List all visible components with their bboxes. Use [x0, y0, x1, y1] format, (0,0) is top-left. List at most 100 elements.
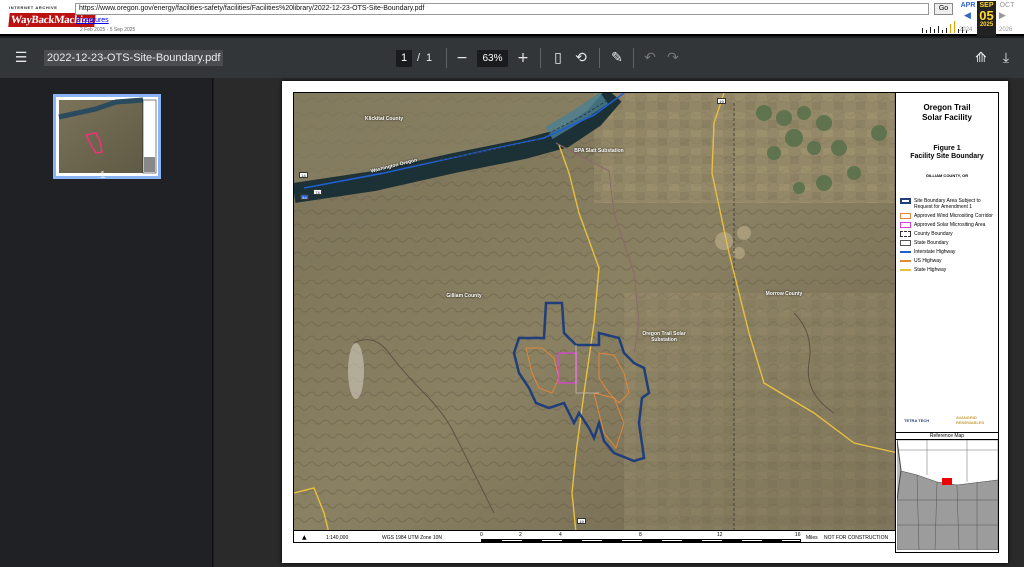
- page-total: 1: [426, 52, 433, 64]
- county-label: GILLIAM COUNTY, OR: [925, 173, 969, 178]
- legend-item: Approved Wind Micrositing Corridor: [900, 213, 998, 219]
- legend-swatch: [900, 213, 911, 219]
- reference-map: [897, 440, 998, 550]
- legend-label: US Highway: [914, 258, 942, 264]
- page-number-input[interactable]: 1: [396, 50, 412, 67]
- undo-icon[interactable]: ↶: [639, 50, 661, 66]
- scale-unit: Miles: [806, 535, 818, 541]
- reference-map-title: Reference Map: [896, 432, 998, 440]
- scale-tick: 0: [480, 532, 483, 538]
- tetra-tech-logo: TETRA TECH: [904, 418, 930, 423]
- label-gilliam-county: Gilliam County: [446, 293, 482, 299]
- redo-icon[interactable]: ↷: [662, 50, 684, 66]
- page-separator: /: [417, 52, 421, 64]
- wayback-url-input[interactable]: https://www.oregon.gov/energy/facilities…: [75, 3, 929, 15]
- legend-swatch: [900, 269, 911, 271]
- zoom-input[interactable]: 63%: [477, 50, 508, 67]
- legend-swatch: [900, 251, 911, 253]
- zoom-in-icon[interactable]: +: [512, 50, 534, 66]
- map-scale: 1:140,000: [326, 535, 349, 541]
- legend-item: State Highway: [900, 267, 998, 273]
- label-morrow-county: Morrow County: [765, 291, 803, 297]
- avangrid-logo: AVANGRID RENEWABLES: [956, 415, 985, 425]
- logo-internet-archive: INTERNET ARCHIVE: [9, 5, 58, 10]
- scale-ruler: 0 2 4 8 12 16: [480, 532, 801, 543]
- legend-swatch: [900, 231, 911, 237]
- legend-item: US Highway: [900, 258, 998, 264]
- legend-swatch: [900, 260, 911, 262]
- legend-label: County Boundary: [914, 231, 953, 237]
- legend-label: Approved Solar Micrositing Area: [914, 222, 986, 228]
- zoom-out-icon[interactable]: −: [451, 50, 473, 66]
- pdf-toolbar: ☰ 2022-12-23-OTS-Site-Boundary.pdf 1 / 1…: [0, 38, 1024, 78]
- pdf-page: Klickitat County BPA Slatt Substation Or…: [282, 81, 1008, 563]
- hwy-shield: 74: [313, 189, 322, 195]
- next-year-label: 2026: [999, 27, 1013, 33]
- label-solar-substation: Oregon Trail Solar Substation: [642, 331, 686, 343]
- scale-tick: 8: [639, 532, 642, 538]
- prev-month-link[interactable]: APR: [958, 2, 978, 9]
- legend-items: Site Boundary Area Subject to Request fo…: [900, 198, 998, 276]
- toolbar-divider: [599, 48, 600, 68]
- legend-item: Approved Solar Micrositing Area: [900, 222, 998, 228]
- menu-icon[interactable]: ☰: [10, 50, 32, 66]
- wayback-logo[interactable]: INTERNET ARCHIVE WayBackMachine: [8, 5, 96, 27]
- not-for-construction: NOT FOR CONSTRUCTION: [824, 535, 889, 541]
- wayback-toolbar: INTERNET ARCHIVE WayBackMachine https://…: [0, 0, 1024, 36]
- thumbnail-sidebar: 1: [0, 78, 213, 567]
- captures-link[interactable]: 3 captures: [76, 17, 109, 24]
- legend-label: Approved Wind Micrositing Corridor: [914, 213, 993, 219]
- wayback-go-button[interactable]: Go: [934, 3, 953, 15]
- current-year: 2025: [979, 22, 994, 28]
- next-month-label: OCT: [999, 2, 1015, 9]
- legend-swatch: [900, 198, 911, 204]
- legend-item: State Boundary: [900, 240, 998, 246]
- scale-tick: 12: [717, 532, 723, 538]
- current-capture: SEP 05 2025: [977, 1, 996, 36]
- save-drive-icon[interactable]: ⟰: [970, 50, 992, 66]
- map-projection: WGS 1984 UTM Zone 10N: [382, 535, 443, 541]
- map-imagery: [294, 93, 896, 534]
- north-arrow-icon: ▲: [302, 534, 307, 541]
- legend-item: County Boundary: [900, 231, 998, 237]
- toolbar-divider: [446, 48, 447, 68]
- toolbar-divider: [633, 48, 634, 68]
- document-title: 2022-12-23-OTS-Site-Boundary.pdf: [44, 50, 224, 66]
- prev-year-label[interactable]: 2024: [959, 27, 972, 33]
- scale-tick: 2: [519, 532, 522, 538]
- thumbnail-page-number: 1: [100, 170, 106, 181]
- logos: TETRA TECH AVANGRID RENEWABLES: [902, 413, 994, 433]
- legend-label: State Highway: [914, 267, 947, 273]
- scale-tick: 16: [795, 532, 801, 538]
- map-legend: Oregon Trail Solar Facility Figure 1 Fac…: [895, 92, 999, 553]
- hwy-shield: 19: [577, 518, 586, 524]
- legend-swatch: [900, 240, 911, 246]
- legend-item: Site Boundary Area Subject to Request fo…: [900, 198, 998, 210]
- toolbar-divider: [540, 48, 541, 68]
- label-bpa-substation: BPA Slatt Substation: [574, 148, 624, 154]
- legend-item: Interstate Highway: [900, 249, 998, 255]
- capture-range: 2 Feb 2025 - 5 Sep 2025: [80, 27, 136, 33]
- next-capture-arrow-icon: ▶: [999, 11, 1006, 21]
- current-day: 05: [979, 8, 994, 23]
- download-icon[interactable]: ⤓: [995, 50, 1017, 66]
- legend-label: Site Boundary Area Subject to Request fo…: [914, 198, 981, 210]
- hwy-shield: 19: [717, 98, 726, 104]
- label-klickitat: Klickitat County: [364, 116, 404, 122]
- prev-capture-arrow-icon[interactable]: ◀: [964, 11, 971, 21]
- rotate-icon[interactable]: ⟲: [570, 50, 592, 66]
- scale-tick: 4: [559, 532, 562, 538]
- pdf-viewport[interactable]: Klickitat County BPA Slatt Substation Or…: [214, 78, 1024, 567]
- hwy-shield: 84: [300, 194, 309, 200]
- legend-label: State Boundary: [914, 240, 949, 246]
- scale-bar: ▲ 1:140,000 WGS 1984 UTM Zone 10N 0 2 4 …: [293, 530, 897, 543]
- page-thumbnail[interactable]: [53, 94, 161, 179]
- satellite-map: Klickitat County BPA Slatt Substation Or…: [293, 92, 897, 541]
- hwy-shield: 14: [299, 172, 308, 178]
- legend-label: Interstate Highway: [914, 249, 956, 255]
- fit-page-icon[interactable]: ▯: [547, 50, 569, 66]
- figure-caption: Figure 1 Facility Site Boundary: [910, 145, 984, 160]
- map-title: Oregon Trail Solar Facility: [922, 103, 972, 122]
- annotate-icon[interactable]: ✎: [606, 50, 628, 66]
- legend-swatch: [900, 222, 911, 228]
